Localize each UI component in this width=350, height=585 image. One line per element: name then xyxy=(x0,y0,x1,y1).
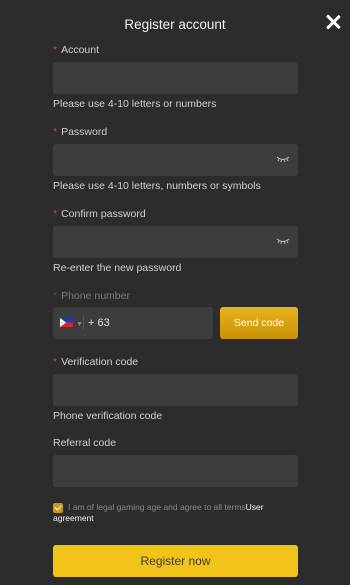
agreement-text: I am of legal gaming age and agree to al… xyxy=(53,502,264,523)
verification-code-label: * Verification code xyxy=(53,356,139,368)
password-field[interactable] xyxy=(53,144,298,176)
verification-code-hint: Phone verification code xyxy=(53,410,163,422)
chevron-down-icon[interactable]: ▼ xyxy=(76,321,83,328)
referral-code-input[interactable] xyxy=(53,455,298,487)
required-marker: * xyxy=(53,290,58,302)
referral-code-field[interactable] xyxy=(53,455,298,487)
eye-closed-icon[interactable] xyxy=(276,154,290,164)
phone-field[interactable]: ▼ + 63 xyxy=(53,307,213,339)
account-input[interactable] xyxy=(53,62,298,94)
account-hint: Please use 4-10 letters or numbers xyxy=(53,98,217,110)
dial-code: + 63 xyxy=(88,317,110,329)
confirm-password-field[interactable] xyxy=(53,226,298,258)
agreement-checkbox[interactable] xyxy=(53,503,63,513)
required-marker: * xyxy=(53,208,58,220)
close-icon[interactable] xyxy=(325,14,341,30)
account-label: * Account xyxy=(53,44,100,56)
required-marker: * xyxy=(53,126,58,138)
required-marker: * xyxy=(53,44,58,56)
confirm-password-input[interactable] xyxy=(53,226,298,258)
confirm-password-hint: Re-enter the new password xyxy=(53,262,182,274)
confirm-password-label: * Confirm password xyxy=(53,208,146,220)
send-code-button[interactable]: Send code xyxy=(220,307,298,339)
password-input[interactable] xyxy=(53,144,298,176)
page-title: Register account xyxy=(124,17,226,32)
referral-code-label: Referral code xyxy=(53,437,117,449)
philippines-flag-icon[interactable] xyxy=(60,318,73,327)
modal-header: Register account xyxy=(0,0,350,50)
verification-code-input[interactable] xyxy=(53,374,298,406)
verification-code-field[interactable] xyxy=(53,374,298,406)
password-hint: Please use 4-10 letters, numbers or symb… xyxy=(53,180,261,192)
required-marker: * xyxy=(53,356,58,368)
phone-label: * Phone number xyxy=(53,290,130,302)
eye-closed-icon[interactable] xyxy=(276,236,290,246)
divider xyxy=(83,316,84,330)
account-field[interactable] xyxy=(53,62,298,94)
password-label: * Password xyxy=(53,126,108,138)
register-button[interactable]: Register now xyxy=(53,545,298,577)
